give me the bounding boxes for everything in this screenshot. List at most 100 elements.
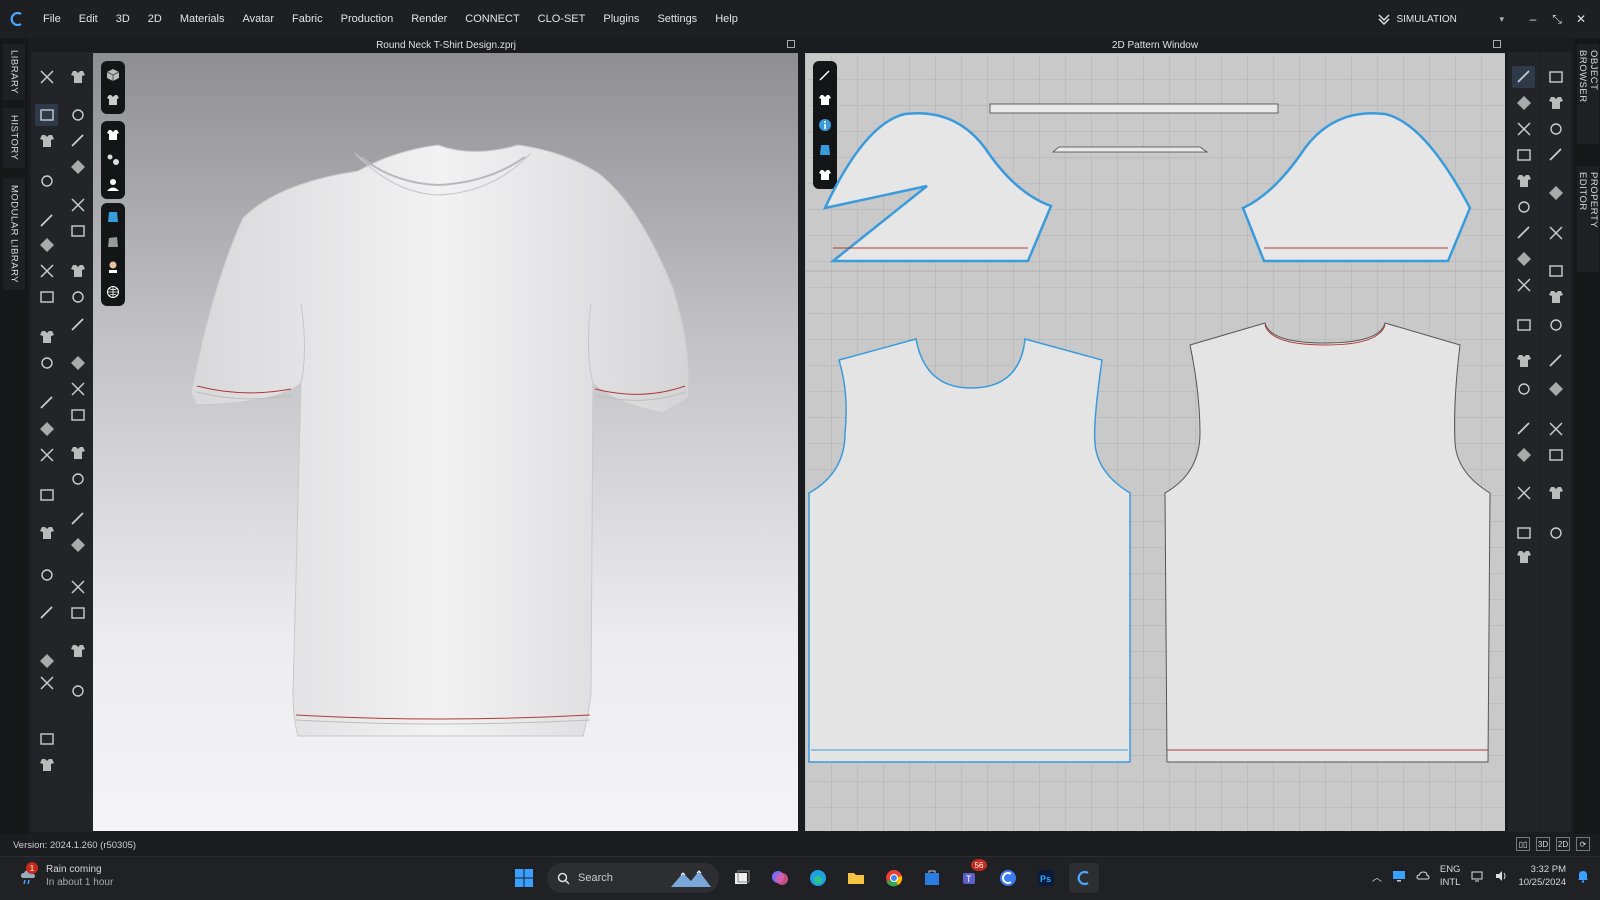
menu-connect[interactable]: CONNECT <box>456 0 528 38</box>
chevron-up-icon[interactable]: ︿ <box>1372 869 1382 884</box>
line-tool-icon[interactable] <box>66 130 89 152</box>
garment-tool-icon[interactable] <box>1512 350 1535 372</box>
right-sleeve-piece[interactable] <box>1241 112 1472 263</box>
shape-tool-icon[interactable] <box>35 418 58 440</box>
move-tool-icon[interactable] <box>35 672 58 694</box>
menu-2d[interactable]: 2D <box>139 0 171 38</box>
simulation-mode-selector[interactable]: SIMULATION <box>1378 13 1493 25</box>
task-view-icon[interactable] <box>727 863 757 893</box>
line-tool-icon[interactable] <box>35 392 58 414</box>
chevron-down-icon[interactable]: ▾ <box>1499 14 1504 25</box>
select-tool-icon[interactable] <box>1512 144 1535 166</box>
photoshop-icon[interactable]: Ps <box>1031 863 1061 893</box>
shape-tool-icon[interactable] <box>66 156 89 178</box>
move-tool-icon[interactable] <box>1512 482 1535 504</box>
menu-avatar[interactable]: Avatar <box>233 0 283 38</box>
2d-view-button[interactable]: 2D <box>1556 837 1570 851</box>
pin-tool-icon[interactable] <box>35 352 58 374</box>
2d-pattern-canvas[interactable] <box>805 53 1505 831</box>
select-tool-icon[interactable] <box>66 404 89 426</box>
select-tool-icon[interactable] <box>66 220 89 242</box>
left-sleeve-piece[interactable] <box>822 112 1053 263</box>
menu-clo-set[interactable]: CLO-SET <box>529 0 595 38</box>
tab-object-browser[interactable]: OBJECT BROWSER <box>1577 44 1599 144</box>
shape-tool-icon[interactable] <box>35 650 58 672</box>
pin-tool-icon[interactable] <box>66 680 89 702</box>
garment-tool-icon[interactable] <box>66 260 89 282</box>
menu-3d[interactable]: 3D <box>107 0 139 38</box>
cloud-sync-icon[interactable] <box>1416 869 1430 883</box>
chrome-icon[interactable] <box>879 863 909 893</box>
shape-tool-icon[interactable] <box>66 352 89 374</box>
split-view-button[interactable]: ▯▯ <box>1516 837 1530 851</box>
menu-settings[interactable]: Settings <box>648 0 706 38</box>
pin-tool-icon[interactable] <box>35 170 58 192</box>
menu-production[interactable]: Production <box>332 0 403 38</box>
select-tool-icon[interactable] <box>35 728 58 750</box>
select-tool-icon[interactable] <box>35 484 58 506</box>
line-tool-icon[interactable] <box>35 210 58 232</box>
move-tool-icon[interactable] <box>1544 418 1567 440</box>
move-tool-icon[interactable] <box>66 378 89 400</box>
select-tool-icon[interactable] <box>66 602 89 624</box>
neck-trim-piece[interactable] <box>1051 146 1209 153</box>
garment-tool-icon[interactable] <box>1544 92 1567 114</box>
3d-viewport[interactable] <box>93 53 798 831</box>
maximize-2d-icon[interactable] <box>1493 40 1501 48</box>
garment-tool-icon[interactable] <box>35 522 58 544</box>
garment-tool-icon[interactable] <box>35 754 58 776</box>
shape-tool-icon[interactable] <box>35 234 58 256</box>
network-icon[interactable] <box>1470 869 1484 883</box>
move-tool-icon[interactable] <box>35 66 58 88</box>
pin-tool-icon[interactable] <box>66 468 89 490</box>
pin-tool-icon[interactable] <box>1544 314 1567 336</box>
line-tool-icon[interactable] <box>1512 66 1535 88</box>
menu-plugins[interactable]: Plugins <box>594 0 648 38</box>
restore-button[interactable]: ⤡ <box>1548 10 1566 28</box>
monitor-icon[interactable] <box>1392 869 1406 883</box>
move-tool-icon[interactable] <box>1512 118 1535 140</box>
move-tool-icon[interactable] <box>1544 222 1567 244</box>
shape-tool-icon[interactable] <box>66 534 89 556</box>
pin-tool-icon[interactable] <box>1544 522 1567 544</box>
edge-browser-icon[interactable] <box>803 863 833 893</box>
clo-app-icon[interactable] <box>993 863 1023 893</box>
copilot-icon[interactable] <box>765 863 795 893</box>
shape-tool-icon[interactable] <box>1544 182 1567 204</box>
shape-tool-icon[interactable] <box>1512 444 1535 466</box>
menu-render[interactable]: Render <box>402 0 456 38</box>
minimize-button[interactable]: – <box>1524 10 1542 28</box>
volume-icon[interactable] <box>1494 869 1508 883</box>
tab-history[interactable]: HISTORY <box>3 108 25 168</box>
taskbar-search-input[interactable]: Search <box>547 863 719 893</box>
weather-widget[interactable]: 1 Rain coming In about 1 hour <box>18 862 113 889</box>
garment-tool-icon[interactable] <box>1512 170 1535 192</box>
neck-binding-piece[interactable] <box>989 103 1279 114</box>
select-tool-icon[interactable] <box>35 104 58 126</box>
move-tool-icon[interactable] <box>66 576 89 598</box>
line-tool-icon[interactable] <box>1512 418 1535 440</box>
pin-tool-icon[interactable] <box>35 564 58 586</box>
move-tool-icon[interactable] <box>35 260 58 282</box>
menu-fabric[interactable]: Fabric <box>283 0 332 38</box>
line-tool-icon[interactable] <box>35 602 58 624</box>
menu-file[interactable]: File <box>34 0 70 38</box>
select-tool-icon[interactable] <box>1544 66 1567 88</box>
notification-bell-icon[interactable] <box>1576 869 1590 883</box>
garment-tool-icon[interactable] <box>1544 286 1567 308</box>
pin-tool-icon[interactable] <box>1544 118 1567 140</box>
language-indicator[interactable]: ENG INTL <box>1440 863 1461 889</box>
teams-icon[interactable]: T 56 <box>955 859 987 893</box>
line-tool-icon[interactable] <box>1544 350 1567 372</box>
menu-edit[interactable]: Edit <box>70 0 107 38</box>
select-tool-icon[interactable] <box>1544 260 1567 282</box>
shape-tool-icon[interactable] <box>1544 378 1567 400</box>
clo-active-app-icon[interactable] <box>1069 863 1099 893</box>
move-tool-icon[interactable] <box>1512 274 1535 296</box>
3d-view-button[interactable]: 3D <box>1536 837 1550 851</box>
pin-tool-icon[interactable] <box>1512 378 1535 400</box>
pin-tool-icon[interactable] <box>1512 196 1535 218</box>
garment-tool-icon[interactable] <box>66 640 89 662</box>
garment-tool-icon[interactable] <box>35 130 58 152</box>
select-tool-icon[interactable] <box>1544 444 1567 466</box>
